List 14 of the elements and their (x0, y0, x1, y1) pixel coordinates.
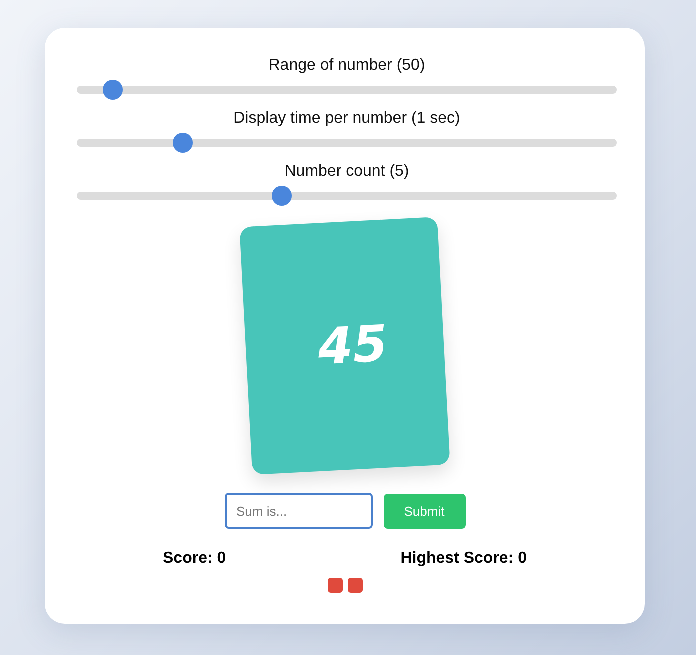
score-text: Highest Score: 0 (400, 550, 527, 568)
slider-label: Number count (5) (284, 163, 410, 181)
slider-thumb[interactable] (272, 186, 292, 206)
submit-button[interactable]: Submit (384, 494, 466, 529)
range-slider[interactable] (77, 133, 617, 153)
sum-input[interactable]: Sum is... (224, 493, 372, 529)
slider-label: Display time per number (1 sec) (234, 110, 460, 128)
slider-thumb[interactable] (173, 133, 194, 153)
slider-thumb[interactable] (103, 80, 123, 100)
card-number: 45 (316, 314, 390, 376)
range-slider[interactable] (77, 80, 617, 100)
range-slider[interactable] (77, 186, 617, 206)
slider-label: Range of number (50) (268, 57, 426, 75)
score-text: Score: 0 (163, 550, 226, 568)
